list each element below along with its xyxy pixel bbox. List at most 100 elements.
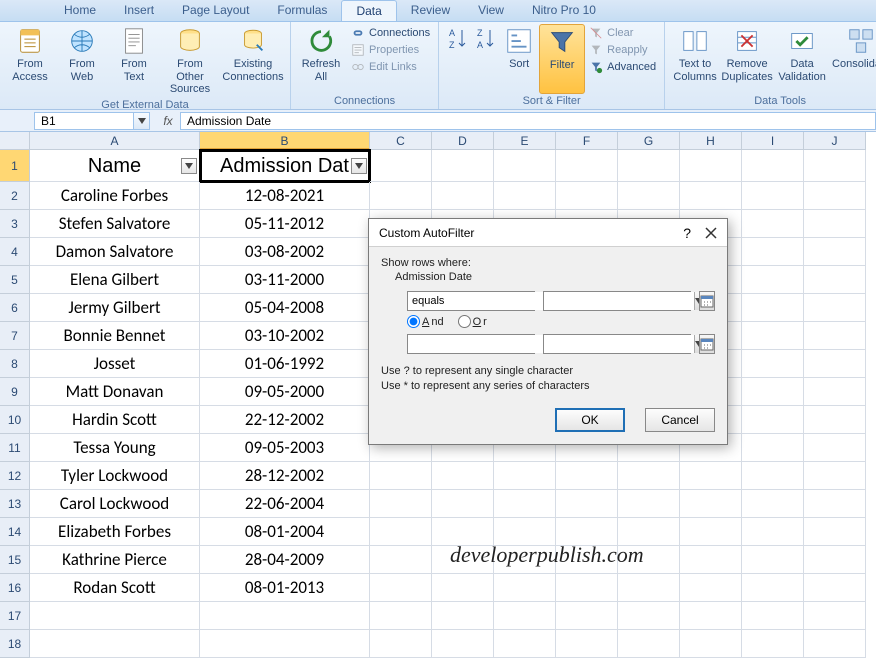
name-box-dropdown[interactable] [134, 112, 150, 130]
cell[interactable] [742, 294, 804, 322]
data-validation-button[interactable]: Data Validation [773, 24, 831, 94]
col-header-D[interactable]: D [432, 132, 494, 150]
operator2-combo[interactable] [407, 334, 535, 354]
cell[interactable] [432, 490, 494, 518]
cell[interactable] [804, 322, 866, 350]
cell[interactable] [680, 182, 742, 210]
cell[interactable] [804, 238, 866, 266]
row-header[interactable]: 15 [0, 546, 30, 574]
remove-duplicates-button[interactable]: Remove Duplicates [721, 24, 773, 94]
cell[interactable] [804, 266, 866, 294]
cell[interactable] [742, 210, 804, 238]
cell[interactable]: Matt Donavan [30, 378, 200, 406]
cell[interactable]: 05-11-2012 [200, 210, 370, 238]
cell[interactable] [370, 182, 432, 210]
row-header[interactable]: 7 [0, 322, 30, 350]
close-button[interactable] [705, 227, 717, 239]
tab-nitro[interactable]: Nitro Pro 10 [518, 0, 610, 21]
cell[interactable]: 09-05-2003 [200, 434, 370, 462]
cell[interactable] [742, 266, 804, 294]
col-header-G[interactable]: G [618, 132, 680, 150]
cell[interactable]: 05-04-2008 [200, 294, 370, 322]
connections-button[interactable]: Connections [351, 26, 430, 40]
cell[interactable] [370, 518, 432, 546]
col-header-B[interactable]: B [200, 132, 370, 150]
cell[interactable]: Elena Gilbert [30, 266, 200, 294]
cell[interactable]: 28-12-2002 [200, 462, 370, 490]
cell[interactable] [30, 630, 200, 658]
cell[interactable]: Rodan Scott [30, 574, 200, 602]
text-to-columns-button[interactable]: Text to Columns [669, 24, 721, 94]
cell[interactable] [370, 462, 432, 490]
operator1-input[interactable] [408, 292, 558, 310]
row-header[interactable]: 1 [0, 150, 30, 182]
cell[interactable] [556, 602, 618, 630]
help-button[interactable]: ? [683, 225, 691, 241]
cell[interactable] [618, 602, 680, 630]
from-text-button[interactable]: From Text [108, 24, 160, 98]
cell[interactable] [804, 350, 866, 378]
cell[interactable] [742, 406, 804, 434]
cell[interactable] [680, 518, 742, 546]
cell[interactable]: Carol Lockwood [30, 490, 200, 518]
properties-button[interactable]: Properties [351, 43, 430, 57]
cell[interactable]: Bonnie Bennet [30, 322, 200, 350]
cell[interactable] [680, 150, 742, 182]
row-header[interactable]: 18 [0, 630, 30, 658]
cell[interactable] [432, 602, 494, 630]
cell[interactable] [680, 546, 742, 574]
and-radio[interactable]: AAndnd [407, 315, 444, 328]
value2-combo[interactable] [543, 334, 691, 354]
cell[interactable] [370, 602, 432, 630]
cell[interactable] [494, 490, 556, 518]
cell[interactable]: 03-10-2002 [200, 322, 370, 350]
cell[interactable] [742, 518, 804, 546]
from-access-button[interactable]: From Access [4, 24, 56, 98]
filter-toggle-B[interactable] [351, 158, 367, 174]
cell[interactable] [556, 490, 618, 518]
cell[interactable] [742, 238, 804, 266]
cell[interactable] [742, 546, 804, 574]
cell[interactable]: 09-05-2000 [200, 378, 370, 406]
cell[interactable] [742, 378, 804, 406]
cell[interactable] [556, 462, 618, 490]
cell[interactable] [804, 150, 866, 182]
cell[interactable] [680, 630, 742, 658]
cell[interactable]: Tessa Young [30, 434, 200, 462]
cell[interactable] [804, 630, 866, 658]
clear-filter-button[interactable]: Clear [589, 26, 656, 40]
sort-asc-button[interactable]: AZ [443, 24, 471, 94]
cell[interactable] [556, 574, 618, 602]
cell[interactable] [804, 574, 866, 602]
row-header[interactable]: 2 [0, 182, 30, 210]
cell[interactable] [432, 462, 494, 490]
and-radio-input[interactable] [407, 315, 420, 328]
col-header-A[interactable]: A [30, 132, 200, 150]
cell[interactable] [370, 490, 432, 518]
cell[interactable] [432, 182, 494, 210]
cell[interactable]: Josset [30, 350, 200, 378]
existing-connections-button[interactable]: Existing Connections [220, 24, 286, 98]
cell[interactable] [804, 182, 866, 210]
sort-button[interactable]: Sort [499, 24, 539, 94]
cell[interactable] [370, 546, 432, 574]
or-radio-input[interactable] [458, 315, 471, 328]
row-header[interactable]: 4 [0, 238, 30, 266]
cell[interactable] [618, 490, 680, 518]
cell[interactable] [804, 518, 866, 546]
consolidate-button[interactable]: Consolidate [831, 24, 876, 94]
cell[interactable]: Elizabeth Forbes [30, 518, 200, 546]
col-header-F[interactable]: F [556, 132, 618, 150]
filter-button[interactable]: Filter [539, 24, 585, 94]
operator2-input[interactable] [408, 335, 558, 353]
cell[interactable] [432, 150, 494, 182]
row-header[interactable]: 10 [0, 406, 30, 434]
cell[interactable] [742, 150, 804, 182]
row-header[interactable]: 13 [0, 490, 30, 518]
cell[interactable]: Name [30, 150, 200, 182]
cell[interactable] [742, 350, 804, 378]
cell[interactable] [618, 630, 680, 658]
cell[interactable] [742, 490, 804, 518]
col-header-E[interactable]: E [494, 132, 556, 150]
cell[interactable] [494, 630, 556, 658]
